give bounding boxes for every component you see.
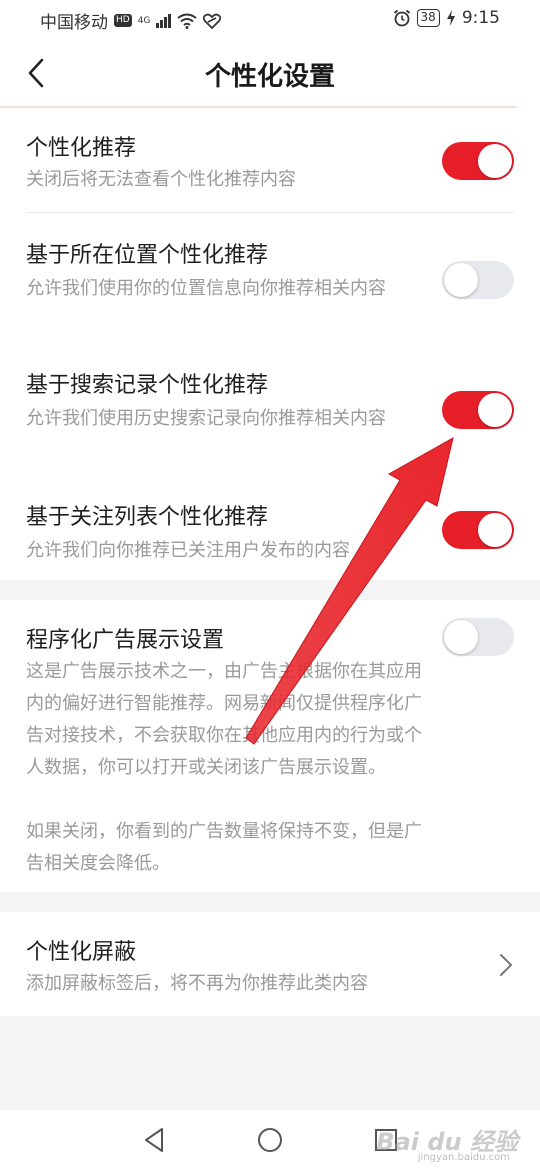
setting-desc: 允许我们使用你的位置信息向你推荐相关内容 <box>26 278 386 299</box>
nav-home-icon[interactable] <box>256 1126 284 1154</box>
personalized-recommend-toggle[interactable] <box>442 142 514 180</box>
ad-setting-card: 程序化广告展示设置 这是广告展示技术之一，由广告主根据你在其应用内的偏好进行智能… <box>0 600 540 892</box>
watermark-url: jingyan.baidu.com <box>417 1152 510 1163</box>
setting-title: 基于关注列表个性化推荐 <box>26 505 269 530</box>
alarm-icon <box>393 9 410 27</box>
heart-link-icon <box>203 13 222 29</box>
ad-setting-title: 程序化广告展示设置 <box>26 628 225 653</box>
setting-desc: 允许我们使用历史搜索记录向你推荐相关内容 <box>26 408 386 429</box>
block-setting-desc: 添加屏蔽标签后，将不再为你推荐此类内容 <box>26 973 368 994</box>
toggle-knob <box>478 144 512 178</box>
ad-setting-desc: 这是广告展示技术之一，由广告主根据你在其应用内的偏好进行智能推荐。网易新闻仅提供… <box>26 661 422 778</box>
block-setting-card[interactable]: 个性化屏蔽 添加屏蔽标签后，将不再为你推荐此类内容 <box>0 912 540 1016</box>
setting-row-personalized-recommend: 个性化推荐 关闭后将无法查看个性化推荐内容 <box>0 108 540 212</box>
hd-badge: HD <box>114 14 132 27</box>
nav-back-icon[interactable] <box>140 1126 168 1154</box>
chevron-right-icon <box>500 954 512 976</box>
setting-row-location-recommend: 基于所在位置个性化推荐 允许我们使用你的位置信息向你推荐相关内容 <box>0 213 540 345</box>
toggle-knob <box>444 263 478 297</box>
ad-setting-note: 如果关闭，你看到的广告数量将保持不变，但是广告相关度会降低。 <box>26 821 422 874</box>
follow-list-recommend-toggle[interactable] <box>442 511 514 549</box>
toggle-knob <box>444 620 478 654</box>
block-setting-title: 个性化屏蔽 <box>26 940 137 965</box>
personalization-card: 个性化推荐 关闭后将无法查看个性化推荐内容 基于所在位置个性化推荐 允许我们使用… <box>0 108 540 580</box>
location-recommend-toggle[interactable] <box>442 261 514 299</box>
battery-indicator: 38 <box>416 9 440 27</box>
wifi-icon <box>177 13 198 29</box>
setting-title: 基于所在位置个性化推荐 <box>26 243 269 268</box>
toggle-knob <box>478 513 512 547</box>
setting-desc: 允许我们向你推荐已关注用户发布的内容 <box>26 540 350 561</box>
toggle-knob <box>478 393 512 427</box>
setting-row-follow-list-recommend: 基于关注列表个性化推荐 允许我们向你推荐已关注用户发布的内容 <box>0 479 540 579</box>
status-bar: 中国移动 HD 4G 38 9:15 <box>0 0 540 38</box>
network-type: 4G <box>137 15 151 26</box>
search-history-recommend-toggle[interactable] <box>442 391 514 429</box>
ad-setting-toggle[interactable] <box>442 618 514 656</box>
carrier-label: 中国移动 <box>40 13 108 33</box>
setting-row-search-history-recommend: 基于搜索记录个性化推荐 允许我们使用历史搜索记录向你推荐相关内容 <box>0 345 540 479</box>
clock: 9:15 <box>461 8 500 28</box>
setting-title: 个性化推荐 <box>26 136 137 161</box>
setting-desc: 关闭后将无法查看个性化推荐内容 <box>26 169 296 190</box>
app-header: 个性化设置 <box>0 38 540 108</box>
page-title: 个性化设置 <box>204 62 335 92</box>
charging-icon <box>446 10 455 26</box>
setting-title: 基于搜索记录个性化推荐 <box>26 373 269 398</box>
signal-icon <box>156 13 172 28</box>
